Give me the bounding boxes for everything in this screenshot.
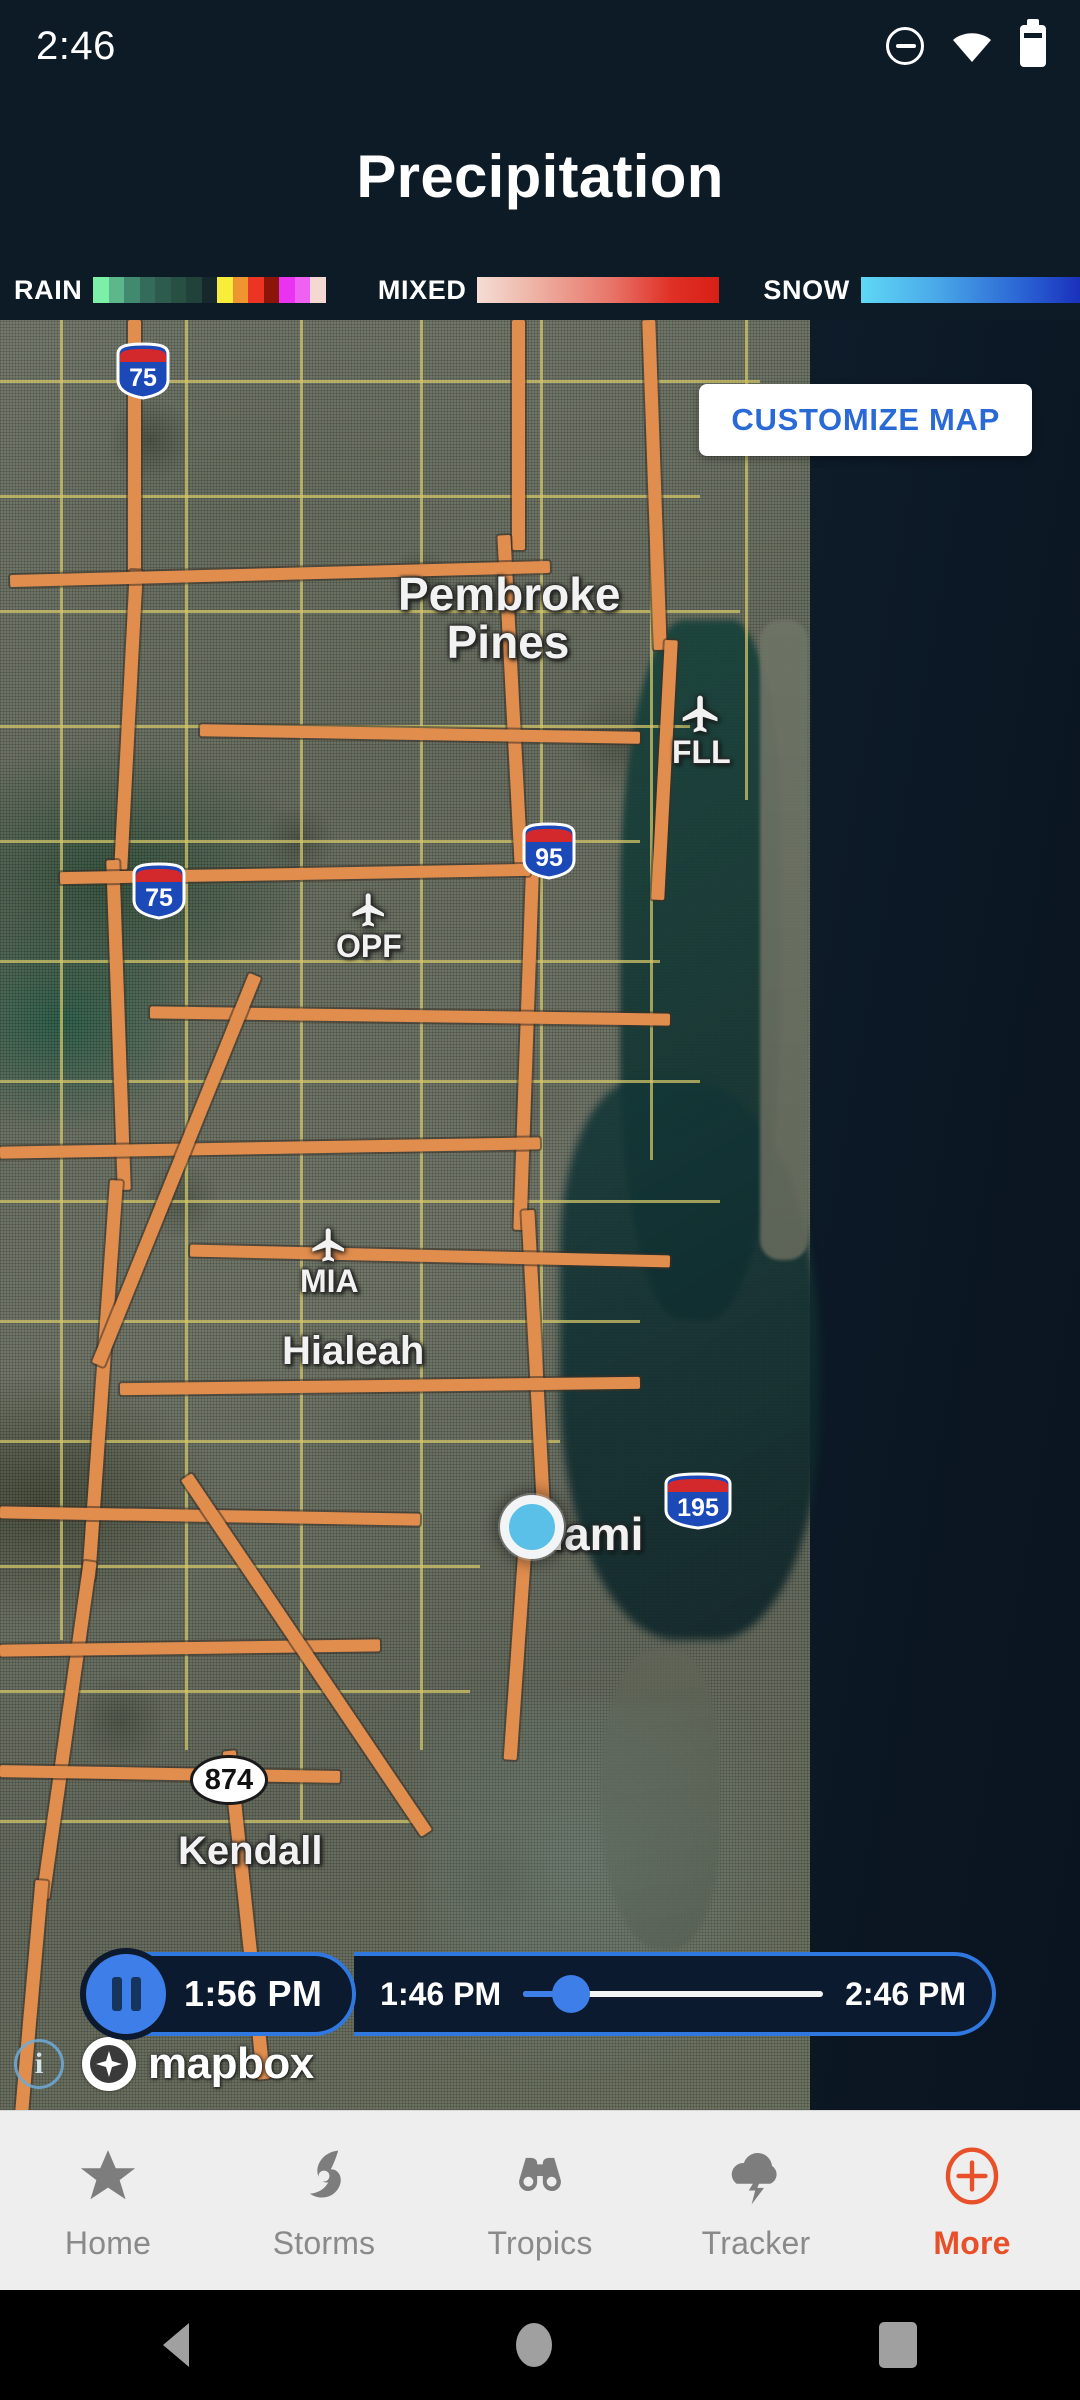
svg-text:75: 75: [129, 364, 157, 392]
route-shield-i195: 195: [660, 1470, 736, 1532]
nav-item-tropics[interactable]: Tropics: [432, 2139, 648, 2262]
legend-label-mixed: MIXED: [377, 274, 467, 305]
map-canvas: 75 95 75 195 874 FLL OPF MIA Pembroke Pi…: [0, 320, 1080, 2110]
airport-marker-opf: OPF: [336, 890, 402, 964]
customize-map-label: CUSTOMIZE MAP: [731, 402, 1000, 437]
mapbox-wordmark: mapbox: [148, 2039, 314, 2088]
timeline-slider-panel[interactable]: 1:46 PM 2:46 PM: [354, 1952, 996, 2036]
svg-text:195: 195: [677, 1494, 719, 1522]
storm-cloud-icon: [725, 2139, 787, 2213]
plus-circle-icon: [941, 2139, 1003, 2213]
mapbox-mark-icon: [82, 2037, 136, 2091]
status-bar: 2:46: [0, 0, 1080, 92]
nav-item-tracker[interactable]: Tracker: [648, 2139, 864, 2262]
pause-button[interactable]: [80, 1948, 172, 2040]
legend-gradient-snow: [860, 277, 1080, 303]
route-shield-i75-north: 75: [112, 340, 174, 402]
nav-label-tracker: Tracker: [701, 2225, 811, 2261]
nav-label-more: More: [933, 2225, 1011, 2261]
city-label-pembroke-pines: Pembroke Pines: [398, 568, 621, 669]
wifi-icon: [950, 24, 994, 68]
radar-map[interactable]: 75 95 75 195 874 FLL OPF MIA Pembroke Pi…: [0, 320, 1080, 2110]
svg-text:95: 95: [535, 844, 563, 872]
airport-marker-fll: FLL: [672, 692, 731, 770]
app-screen: 2:46 Precipitation RAIN MIXED SNOW 75 95…: [0, 0, 1080, 2400]
legend-label-rain: RAIN: [14, 274, 83, 305]
binoculars-icon: [509, 2139, 571, 2213]
airport-marker-mia: MIA: [300, 1225, 359, 1299]
recents-button[interactable]: [878, 2322, 917, 2368]
current-location-dot: [500, 1495, 564, 1559]
slider-thumb[interactable]: [552, 1975, 591, 2013]
back-button[interactable]: [163, 2323, 190, 2367]
nav-label-home: Home: [64, 2225, 152, 2261]
airport-label-opf: OPF: [336, 928, 402, 964]
do-not-disturb-icon: [886, 27, 924, 65]
status-bar-clock: 2:46: [36, 23, 116, 68]
route-shield-i75-south: 75: [128, 860, 190, 922]
legend-group-snow: SNOW: [763, 275, 1080, 306]
android-navigation-bar: [0, 2290, 1080, 2400]
info-icon[interactable]: i: [14, 2039, 64, 2089]
status-bar-icons: [886, 19, 1046, 68]
legend-group-mixed: MIXED: [378, 275, 720, 306]
page-title: Precipitation: [356, 142, 724, 210]
timeline-slider[interactable]: [523, 1952, 824, 2036]
legend-gradient-mixed: [477, 277, 720, 303]
bottom-navigation: Home Storms Tropics Tracker More: [0, 2110, 1080, 2290]
nav-label-storms: Storms: [272, 2225, 376, 2261]
customize-map-button[interactable]: CUSTOMIZE MAP: [699, 384, 1032, 456]
page-header: Precipitation: [0, 92, 1080, 260]
legend-label-snow: SNOW: [763, 274, 850, 305]
route-shield-874: 874: [190, 1755, 268, 1805]
svg-text:75: 75: [145, 884, 173, 912]
timeline-start-label: 1:46 PM: [380, 1975, 502, 2012]
timeline-end-label: 2:46 PM: [845, 1975, 966, 2012]
legend-swatches-rain: [93, 277, 326, 303]
star-icon: [77, 2139, 139, 2213]
nav-item-more[interactable]: More: [864, 2139, 1080, 2262]
nav-item-home[interactable]: Home: [0, 2139, 216, 2262]
home-button[interactable]: [515, 2323, 552, 2367]
mapbox-logo[interactable]: mapbox: [82, 2037, 314, 2091]
city-label-hialeah: Hialeah: [282, 1329, 425, 1373]
airport-label-mia: MIA: [300, 1263, 359, 1299]
city-label-kendall: Kendall: [178, 1829, 323, 1873]
legend-group-rain: RAIN: [14, 275, 326, 306]
precipitation-legend: RAIN MIXED SNOW: [0, 260, 1080, 320]
airport-label-fll: FLL: [672, 734, 731, 770]
timeline-current-time: 1:56 PM: [184, 1973, 323, 2014]
radar-timeline[interactable]: 1:56 PM 1:46 PM 2:46 PM: [80, 1948, 996, 2040]
timeline-current-frame: 1:56 PM: [80, 1948, 357, 2040]
hurricane-icon: [293, 2139, 355, 2213]
nav-item-storms[interactable]: Storms: [216, 2139, 432, 2262]
nav-label-tropics: Tropics: [487, 2225, 593, 2261]
route-shield-i95: 95: [518, 820, 580, 882]
battery-icon: [1020, 19, 1046, 67]
